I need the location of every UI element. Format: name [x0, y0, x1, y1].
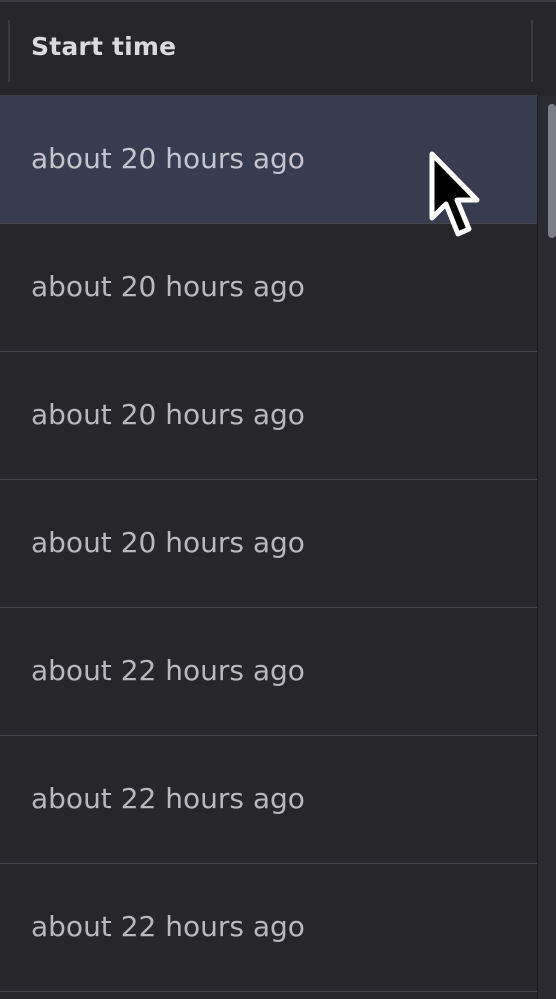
table-row[interactable]: about 22 hours ago	[0, 864, 537, 992]
start-time-cell: about 22 hours ago	[31, 782, 305, 815]
start-time-cell: about 20 hours ago	[31, 526, 305, 559]
table-row[interactable]: about 20 hours ago	[0, 352, 537, 480]
table-row[interactable]: about 20 hours ago	[0, 480, 537, 608]
table-row[interactable]: about 22 hours ago	[0, 608, 537, 736]
mouse-pointer-icon	[429, 151, 480, 237]
start-time-cell: about 20 hours ago	[31, 142, 305, 175]
start-time-cell: about 22 hours ago	[31, 654, 305, 687]
column-resize-handle-right[interactable]	[531, 20, 533, 82]
table-header: Start time	[0, 2, 537, 96]
column-header-start-time[interactable]: Start time	[31, 32, 176, 61]
table-row[interactable]: about 22 hours ago	[0, 736, 537, 864]
start-time-cell: about 22 hours ago	[31, 910, 305, 943]
scrollbar-thumb[interactable]	[548, 104, 556, 238]
start-time-cell: about 20 hours ago	[31, 270, 305, 303]
column-resize-handle-left[interactable]	[8, 20, 10, 82]
vertical-scrollbar[interactable]	[537, 96, 556, 999]
start-time-cell: about 20 hours ago	[31, 398, 305, 431]
